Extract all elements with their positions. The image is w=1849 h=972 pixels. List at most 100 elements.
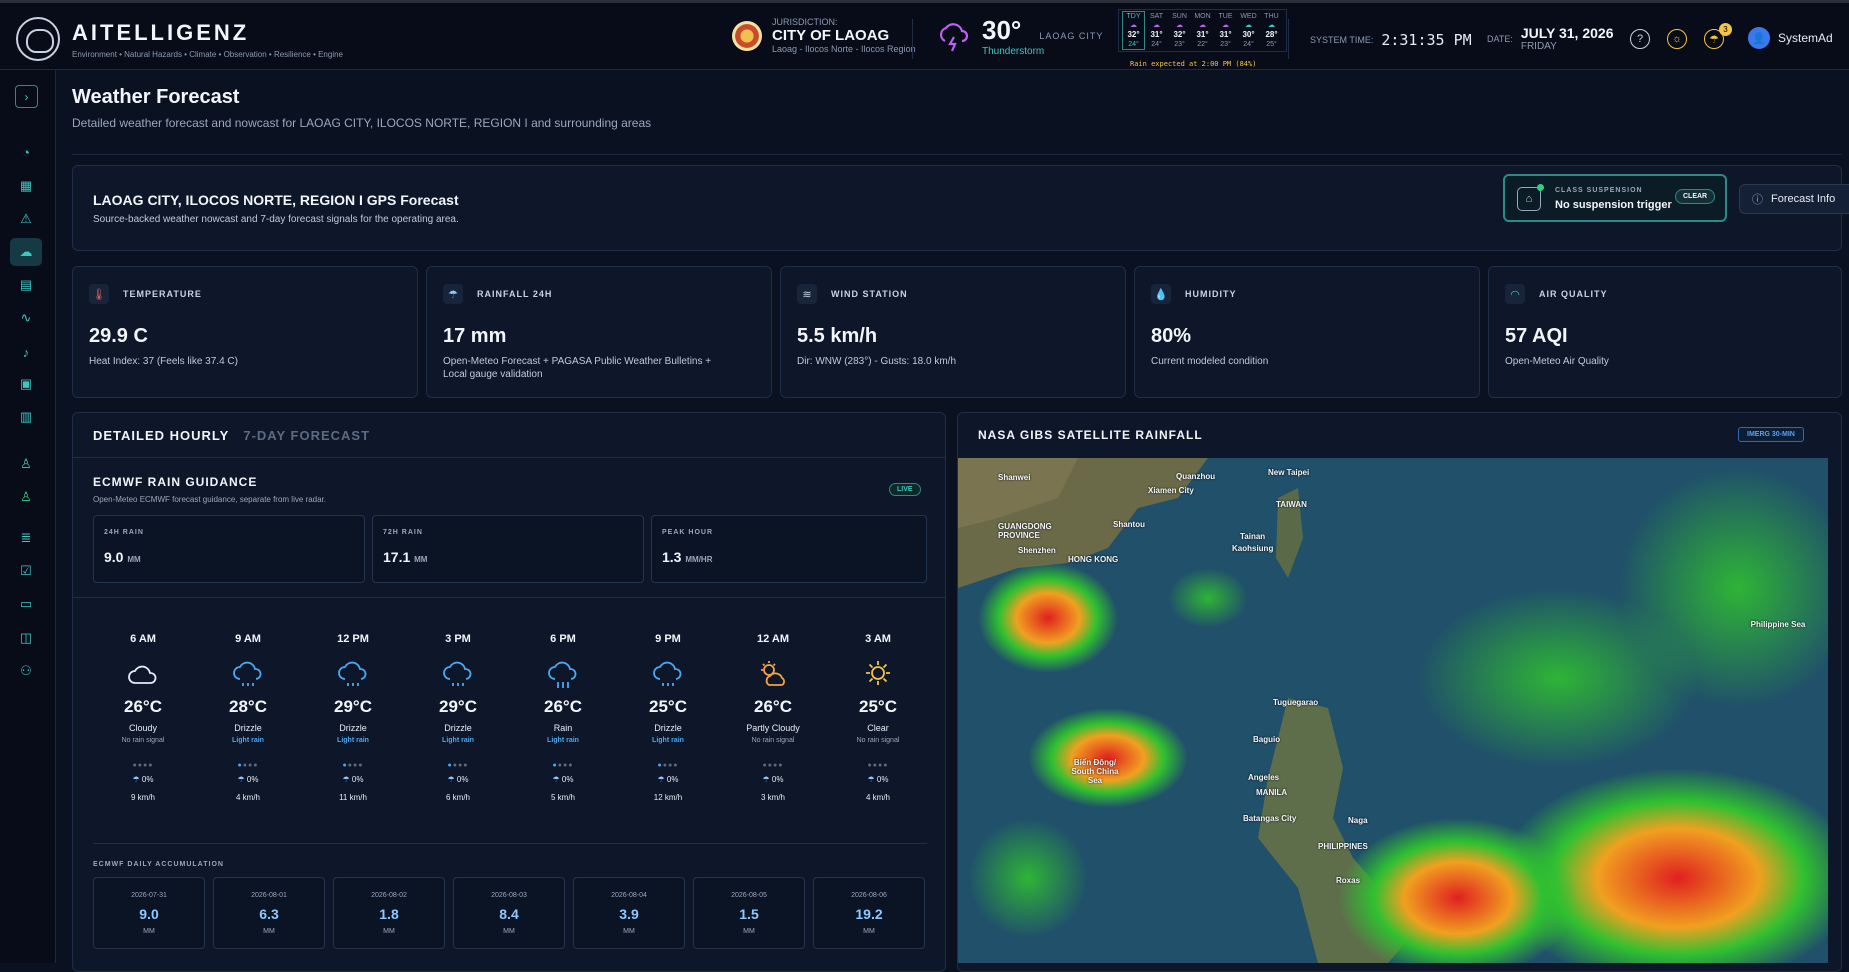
- drizzle-icon: [198, 655, 298, 695]
- hour-condition: Rain: [553, 723, 573, 733]
- precip-chance: ☂ 0%: [342, 775, 364, 784]
- metric-value: 57 AQI: [1505, 325, 1568, 347]
- map-label: Naga: [1348, 816, 1368, 825]
- metric-label: RAINFALL 24H: [477, 289, 553, 299]
- sun-icon: [828, 655, 928, 695]
- status-badge: CLEAR: [1675, 189, 1716, 204]
- map-label: Philippine Sea: [1750, 620, 1806, 629]
- accum-day[interactable]: 2026-08-05 1.5 MM: [693, 877, 805, 949]
- divider: [73, 457, 945, 458]
- system-time: SYSTEM TIME: 2:31:35 PM: [1310, 31, 1472, 49]
- metric-card-air-quality: ◠ AIR QUALITY 57 AQI Open-Meteo Air Qual…: [1488, 266, 1842, 398]
- thunderstorm-icon: [939, 23, 969, 52]
- intensity-dots: ●●●●: [867, 762, 889, 769]
- rain-icon: [513, 655, 613, 695]
- grid-icon[interactable]: ▦: [10, 172, 42, 200]
- hourly-item[interactable]: 3 AM 25°C Clear No rain signal ●●●● ☂ 0%…: [828, 633, 928, 802]
- user-icon[interactable]: ♙: [10, 450, 42, 478]
- current-temp: 30°: [982, 15, 1022, 45]
- map-label: New Taipei: [1268, 468, 1310, 477]
- map-label: MANILA: [1256, 788, 1288, 797]
- week-day[interactable]: WED ☁ 30° 24°: [1238, 12, 1259, 49]
- jurisdiction[interactable]: JURISDICTION: CITY OF LAOAG Laoag - Iloc…: [732, 17, 916, 54]
- rain-box-peak-hour: PEAK HOUR 1.3 MM/HR: [651, 515, 927, 583]
- gps-subtitle: Source-backed weather nowcast and 7-day …: [93, 214, 459, 225]
- sidebar-expand-button[interactable]: ›: [15, 85, 38, 108]
- hour-temp: 29°C: [439, 697, 477, 716]
- hourly-item[interactable]: 3 PM 29°C Drizzle Light rain ●●●● ☂ 0% 6…: [408, 633, 508, 802]
- week-day[interactable]: TDY ☁ 32° 24°: [1122, 11, 1145, 50]
- tab-7-day-forecast[interactable]: 7-DAY FORECAST: [243, 428, 370, 443]
- accum-day[interactable]: 2026-08-01 6.3 MM: [213, 877, 325, 949]
- hourly-item[interactable]: 9 AM 28°C Drizzle Light rain ●●●● ☂ 0% 4…: [198, 633, 298, 802]
- top-bar: AITELLIGENZ Environment • Natural Hazard…: [0, 0, 1849, 70]
- rain-box-value: 9.0 MM: [104, 549, 141, 565]
- accum-day[interactable]: 2026-08-06 19.2 MM: [813, 877, 925, 949]
- checklist-icon[interactable]: ☑: [10, 557, 42, 585]
- ecmwf-title: ECMWF RAIN GUIDANCE: [93, 475, 258, 489]
- metric-value: 17 mm: [443, 325, 507, 347]
- hour-time: 6 AM: [130, 633, 156, 645]
- rain-signal: No rain signal: [751, 737, 795, 744]
- sun-icon[interactable]: ☼: [1667, 29, 1687, 49]
- hour-wind: 4 km/h: [865, 793, 890, 802]
- week-day[interactable]: SAT ☁ 31° 24°: [1146, 12, 1167, 49]
- map-icon[interactable]: ▤: [10, 271, 42, 299]
- hourly-item[interactable]: 12 AM 26°C Partly Cloudy No rain signal …: [723, 633, 823, 802]
- divider: [93, 843, 927, 844]
- map-label: Baguio: [1253, 735, 1281, 744]
- accum-day[interactable]: 2026-08-02 1.8 MM: [333, 877, 445, 949]
- tab-detailed-hourly[interactable]: DETAILED HOURLY: [93, 428, 229, 443]
- cloud-icon: [93, 655, 193, 695]
- ledger-icon[interactable]: ≣: [10, 524, 42, 552]
- gauge-icon: ◠: [1505, 284, 1525, 304]
- forecast-info-button[interactable]: ⓘ Forecast Info: [1739, 184, 1849, 214]
- rain-box-label: PEAK HOUR: [662, 529, 714, 536]
- hourly-item[interactable]: 6 AM 26°C Cloudy No rain signal ●●●● ☂ 0…: [93, 633, 193, 802]
- partly-cloudy-icon: [723, 655, 823, 695]
- users-icon[interactable]: ⚇: [10, 657, 42, 685]
- week-strip[interactable]: TDY ☁ 32° 24° SAT ☁ 31° 24° SUN ☁ 32° 23° MON ☁ 31°…: [1118, 9, 1287, 52]
- week-day[interactable]: MON ☁ 31° 22°: [1192, 12, 1213, 49]
- alert-icon[interactable]: ⚠: [10, 205, 42, 233]
- accum-day[interactable]: 2026-08-04 3.9 MM: [573, 877, 685, 949]
- user-check-icon[interactable]: ♙: [10, 483, 42, 511]
- hourly-item[interactable]: 9 PM 25°C Drizzle Light rain ●●●● ☂ 0% 1…: [618, 633, 718, 802]
- clipboard-icon[interactable]: ▣: [10, 370, 42, 398]
- accum-day[interactable]: 2026-07-31 9.0 MM: [93, 877, 205, 949]
- week-day[interactable]: SUN ☁ 32° 23°: [1169, 12, 1190, 49]
- bell-icon[interactable]: ♪: [10, 338, 42, 366]
- help-icon[interactable]: ?: [1630, 29, 1650, 49]
- hour-time: 3 AM: [865, 633, 891, 645]
- user-menu[interactable]: 👤 SystemAd: [1748, 27, 1833, 49]
- accum-day[interactable]: 2026-08-03 8.4 MM: [453, 877, 565, 949]
- weather-nav-icon[interactable]: ☁: [10, 238, 42, 266]
- robot-icon[interactable]: ◫: [10, 624, 42, 652]
- map-label: Tainan: [1240, 532, 1266, 541]
- map-label: Tuguegarao: [1273, 698, 1319, 707]
- satellite-rainfall-map[interactable]: Shanwei Quanzhou Xiamen City New Taipei …: [958, 458, 1828, 963]
- intensity-dots: ●●●●: [552, 762, 574, 769]
- hour-wind: 12 km/h: [653, 793, 683, 802]
- hourly-item[interactable]: 6 PM 26°C Rain Light rain ●●●● ☂ 0% 5 km…: [513, 633, 613, 802]
- brand[interactable]: AITELLIGENZ Environment • Natural Hazard…: [16, 17, 343, 61]
- class-suspension-card[interactable]: ⌂ CLASS SUSPENSION No suspension trigger…: [1503, 174, 1727, 222]
- activity-icon[interactable]: ∿: [10, 304, 42, 332]
- map-label: Shanwei: [998, 473, 1031, 482]
- map-label: HONG KONG: [1068, 555, 1119, 564]
- hourly-item[interactable]: 12 PM 29°C Drizzle Light rain ●●●● ☂ 0% …: [303, 633, 403, 802]
- current-weather[interactable]: 30° LAOAG CITY Thunderstorm: [936, 15, 1103, 57]
- storage-icon[interactable]: ▭: [10, 590, 42, 618]
- status-dot: [1537, 184, 1544, 191]
- intensity-dots: ●●●●: [762, 762, 784, 769]
- briefcase-icon[interactable]: ▥: [10, 403, 42, 431]
- hour-time: 3 PM: [445, 633, 471, 645]
- imerg-badge: IMERG 30-MIN: [1738, 427, 1804, 442]
- map-label: Roxas: [1336, 876, 1361, 885]
- forecast-tabs: DETAILED HOURLY 7-DAY FORECAST: [93, 428, 370, 443]
- dashboard-icon[interactable]: ◔: [10, 138, 42, 166]
- week-day[interactable]: TUE ☁ 31° 23°: [1215, 12, 1236, 49]
- map-label: Biển Đông/ South China Sea: [1071, 758, 1119, 785]
- intensity-dots: ●●●●: [447, 762, 469, 769]
- week-day[interactable]: THU ☁ 28° 25°: [1261, 12, 1282, 49]
